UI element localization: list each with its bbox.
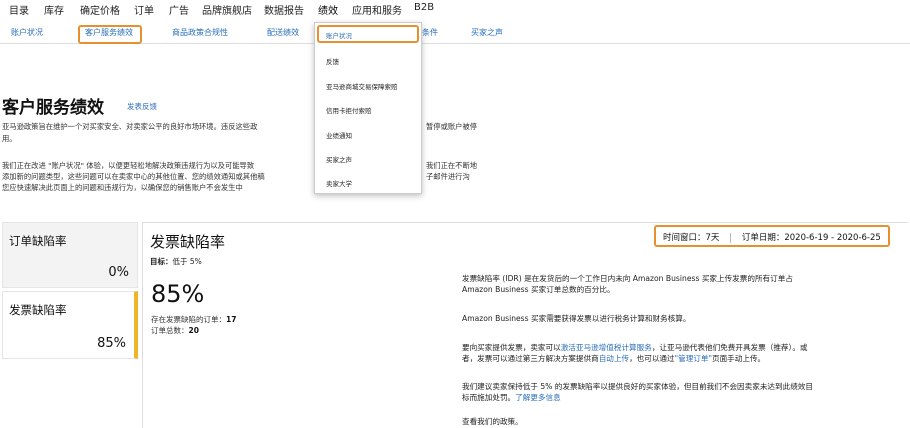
order-date-value: 2020-6-19 - 2020-6-25 — [784, 233, 881, 243]
stat-value: 20 — [188, 326, 199, 335]
top-navigation: 目录 库存 确定价格 订单 广告 品牌旗舰店 数据报告 绩效 应用和服务 B2B — [0, 0, 910, 17]
menu-item-seller-university[interactable]: 卖家大学 — [326, 178, 352, 188]
nav-inventory[interactable]: 库存 — [44, 2, 64, 17]
performance-dropdown-menu: 账户状况 反馈 亚马逊商城交易保障索赔 信用卡拒付索赔 业绩通知 买家之声 卖家… — [314, 22, 422, 194]
view-policy-link[interactable]: 查看我们的政策。 — [462, 416, 523, 427]
description-p1-line2: Amazon Business 买家订单总数的百分比。 — [462, 285, 615, 294]
description-p2: Amazon Business 买家需要获得发票以进行税务计算和财务核算。 — [462, 314, 691, 323]
auto-upload-link[interactable]: 自动上传 — [599, 354, 629, 363]
target-text: 目标：低于 5% — [150, 256, 202, 267]
nav-apps-services[interactable]: 应用和服务 — [352, 2, 402, 17]
invoice-defect-percentage: 85% — [151, 280, 205, 308]
target-label: 目标： — [150, 257, 173, 266]
description-p4-line1: 我们建议卖家保持低于 5% 的发票缺陷率以提供良好的买家体验，但目前我们不会因卖… — [462, 382, 813, 391]
text: 标而施加处罚。 — [462, 393, 516, 402]
menu-item-a-to-z-claims[interactable]: 亚马逊商城交易保障索赔 — [326, 81, 398, 91]
metric-card-value: 0% — [108, 265, 129, 280]
stat-label: 存在发票缺陷的订单： — [151, 315, 226, 324]
page-title: 客户服务绩效 — [2, 98, 104, 118]
text: ，让亚马逊代表他们免费开具发票（推荐）。或 — [651, 343, 808, 352]
metric-card-label: 发票缺陷率 — [9, 303, 67, 317]
description-p1-line1: 发票缺陷率 (IDR) 是在发货后的一个工作日内未向 Amazon Busine… — [462, 274, 793, 283]
time-window-value: 7天 — [705, 233, 720, 243]
intro-right-line-1: 暂停或账户被停 — [426, 122, 478, 131]
tab-voice-of-customer[interactable]: 买家之声 — [471, 27, 503, 38]
tab-conditions[interactable]: 条件 — [422, 27, 438, 38]
manage-orders-link[interactable]: "管理订单" — [675, 354, 712, 363]
nav-pricing[interactable]: 确定价格 — [80, 2, 120, 17]
menu-item-voice-of-customer[interactable]: 买家之声 — [326, 154, 352, 164]
defective-invoice-orders: 存在发票缺陷的订单：17 — [151, 314, 236, 325]
text: 页面手动上传。 — [712, 354, 766, 363]
time-window-label: 时间窗口： — [663, 233, 706, 243]
menu-item-account-health[interactable]: 账户状况 — [326, 30, 352, 40]
menu-item-performance-notifications[interactable]: 业绩通知 — [326, 130, 352, 140]
nav-catalog[interactable]: 目录 — [9, 2, 29, 17]
nav-stores[interactable]: 品牌旗舰店 — [202, 2, 252, 17]
metric-card-invoice-defect-rate[interactable]: 发票缺陷率 85% — [2, 291, 138, 359]
intro-line-1: 亚马逊政策旨在维护一个对买家安全、对卖家公平的良好市场环境。违反这些政 — [2, 122, 258, 131]
intro-line-3: 我们正在改进 "账户状况" 体验，以便更轻松地解决政策违规行为以及可能导致 — [2, 161, 255, 170]
menu-item-feedback[interactable]: 反馈 — [326, 56, 339, 66]
panel-title: 发票缺陷率 — [150, 233, 226, 251]
intro-line-2: 用。 — [2, 134, 17, 143]
nav-reports[interactable]: 数据报告 — [264, 2, 304, 17]
nav-orders[interactable]: 订单 — [134, 2, 154, 17]
intro-right-line-2: 我们正在不断地 — [426, 161, 478, 170]
intro-line-5: 您应快速解决此页面上的问题和违规行为，以确保您的销售账户不会发生中 — [2, 183, 243, 192]
feedback-link[interactable]: 发表反馈 — [127, 101, 157, 112]
nav-b2b[interactable]: B2B — [414, 2, 434, 13]
description-p4-line2: 标而施加处罚。了解更多信息 — [462, 392, 561, 403]
activate-vat-service-link[interactable]: 激活亚马逊增值税计算服务 — [561, 343, 652, 352]
target-value: 低于 5% — [172, 257, 202, 266]
order-date-label: 订单日期： — [741, 233, 785, 243]
tab-product-policy-compliance[interactable]: 商品政策合规性 — [172, 27, 228, 38]
highlight-customer-service-tab — [78, 25, 142, 44]
stat-value: 17 — [226, 315, 237, 324]
tab-shipping-performance[interactable]: 配送绩效 — [267, 27, 299, 38]
tab-account-health[interactable]: 账户状况 — [11, 27, 43, 38]
stat-label: 订单总数： — [151, 326, 189, 335]
menu-item-chargeback-claims[interactable]: 信用卡拒付索赔 — [326, 105, 372, 115]
description-p3-line2: 者，发票可以通过第三方解决方案提供商自动上传，也可以通过"管理订单"页面手动上传… — [462, 353, 765, 364]
metric-card-label: 订单缺陷率 — [9, 234, 67, 248]
intro-line-4: 添加新的问题类型，这些问题可以在卖家中心的其他位置、您的绩效通知或其他稿 — [2, 172, 265, 181]
metric-card-value: 85% — [97, 336, 126, 351]
divider — [730, 232, 732, 243]
text: 要向买家提供发票，卖家可以 — [462, 343, 561, 352]
description-p3-line1: 要向买家提供发票，卖家可以激活亚马逊增值税计算服务，让亚马逊代表他们免费开具发票… — [462, 342, 808, 353]
nav-advertising[interactable]: 广告 — [169, 2, 189, 17]
intro-right-line-3: 子邮件进行沟 — [426, 172, 470, 181]
nav-performance[interactable]: 绩效 — [318, 2, 338, 17]
learn-more-link[interactable]: 了解更多信息 — [515, 393, 561, 402]
metric-card-order-defect-rate[interactable]: 订单缺陷率 0% — [2, 222, 138, 288]
text: 者，发票可以通过第三方解决方案提供商 — [462, 354, 599, 363]
total-orders: 订单总数：20 — [151, 325, 199, 336]
text: ，也可以通过 — [629, 354, 675, 363]
time-window-box: 时间窗口：7天 订单日期：2020-6-19 - 2020-6-25 — [654, 225, 890, 247]
